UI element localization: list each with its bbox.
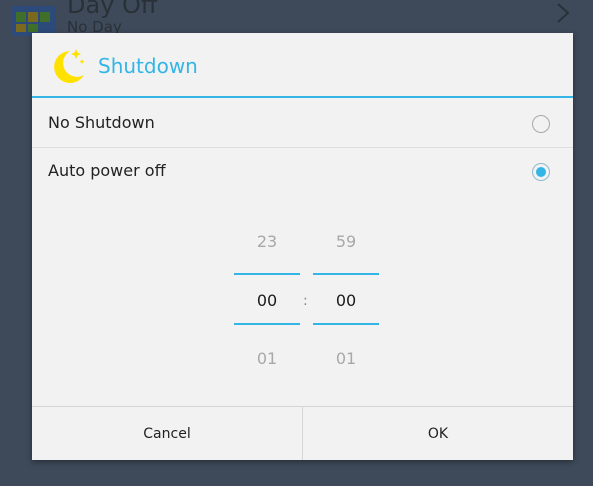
hour-next[interactable]: 01 (234, 349, 300, 369)
picker-line (313, 323, 379, 325)
ok-button[interactable]: OK (303, 407, 573, 460)
minute-previous[interactable]: 59 (313, 232, 379, 252)
shutdown-dialog: Shutdown No Shutdown Auto power off 23 0… (32, 33, 573, 460)
hour-picker[interactable]: 23 00 01 (234, 223, 300, 373)
dialog-title: Shutdown (98, 54, 198, 78)
time-separator: : (303, 293, 308, 309)
background-row-title: Day Off (67, 0, 158, 19)
radio-auto-power-off[interactable] (532, 163, 550, 181)
minute-current[interactable]: 00 (313, 291, 379, 311)
option-label: Auto power off (48, 161, 166, 180)
cancel-button[interactable]: Cancel (32, 407, 302, 460)
option-label: No Shutdown (48, 113, 155, 132)
radio-no-shutdown[interactable] (532, 115, 550, 133)
hour-previous[interactable]: 23 (234, 232, 300, 252)
dialog-header: Shutdown (32, 33, 573, 97)
option-auto-power-off[interactable]: Auto power off (32, 148, 573, 195)
background-list-row: Day Off No Day (0, 0, 593, 36)
chevron-right-icon (557, 3, 570, 23)
picker-line (234, 273, 300, 275)
hour-current[interactable]: 00 (234, 291, 300, 311)
picker-line (234, 323, 300, 325)
moon-icon (54, 49, 85, 83)
picker-line (313, 273, 379, 275)
header-divider (32, 96, 573, 98)
option-no-shutdown[interactable]: No Shutdown (32, 100, 573, 147)
minute-picker[interactable]: 59 00 01 (313, 223, 379, 373)
minute-next[interactable]: 01 (313, 349, 379, 369)
